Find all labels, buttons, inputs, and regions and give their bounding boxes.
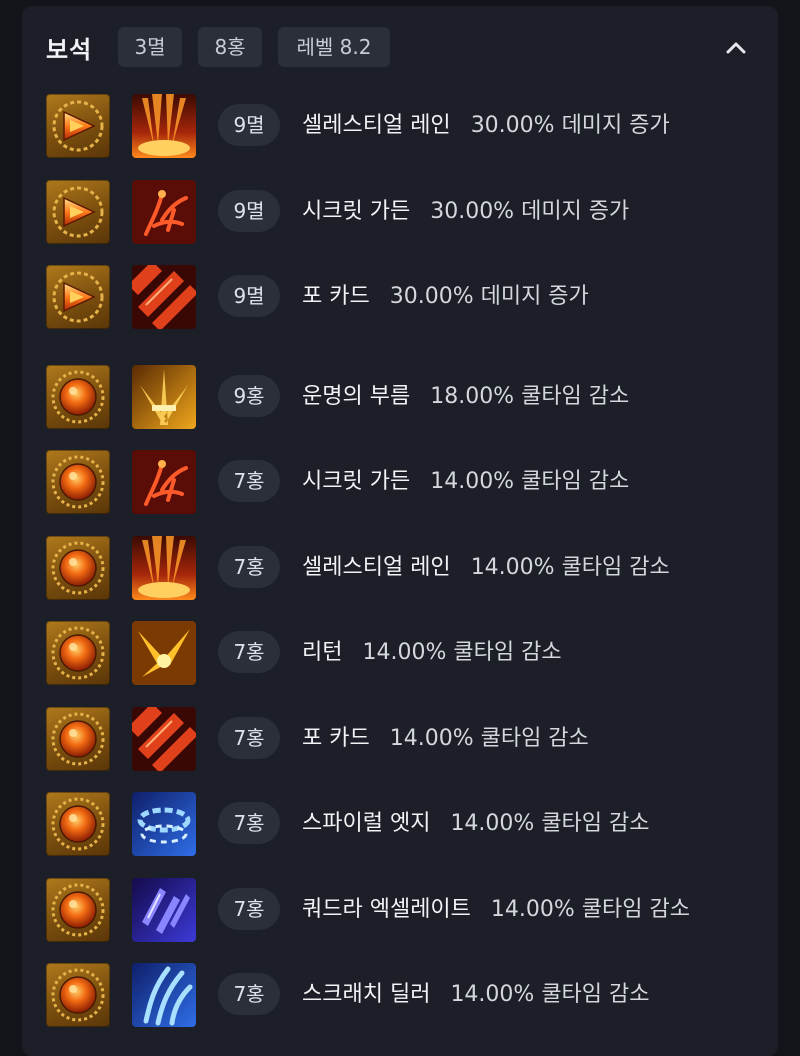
gem-effect: 14.00% 쿨타임 감소 xyxy=(362,640,562,665)
gem-level-badge: 7홍 xyxy=(218,802,280,844)
gem-description: 셀레스티얼 레인 30.00% 데미지 증가 xyxy=(302,94,670,158)
quadra-accelerate-icon xyxy=(132,878,196,942)
orb-gem-icon xyxy=(46,878,110,942)
chip-crimson-count: 8홍 xyxy=(198,27,262,67)
skill-name: 리턴 xyxy=(302,640,343,665)
gem-description: 시크릿 가든 14.00% 쿨타임 감소 xyxy=(302,450,629,514)
orb-gem-icon xyxy=(46,707,110,771)
gem-effect: 30.00% 데미지 증가 xyxy=(430,199,630,224)
chip-average-level: 레벨 8.2 xyxy=(278,27,390,67)
gem-description: 스파이럴 엣지 14.00% 쿨타임 감소 xyxy=(302,792,650,856)
gem-level-badge: 9멸 xyxy=(218,190,280,232)
return-icon xyxy=(132,621,196,685)
skill-name: 시크릿 가든 xyxy=(302,199,411,224)
gem-description: 셀레스티얼 레인 14.00% 쿨타임 감소 xyxy=(302,536,670,600)
gem-effect: 14.00% 쿨타임 감소 xyxy=(470,555,670,580)
gem-effect: 30.00% 데미지 증가 xyxy=(389,284,589,309)
gem-effect: 14.00% 쿨타임 감소 xyxy=(450,982,650,1007)
panel-title: 보석 xyxy=(46,36,93,64)
gem-description: 포 카드 14.00% 쿨타임 감소 xyxy=(302,707,589,771)
orb-gem-icon xyxy=(46,621,110,685)
call-of-destiny-icon xyxy=(132,365,196,429)
gem-level-badge: 7홍 xyxy=(218,546,280,588)
orb-gem-icon xyxy=(46,536,110,600)
flame-gem-icon xyxy=(46,180,110,244)
gem-panel-header[interactable]: 보석 3멸 8홍 레벨 8.2 xyxy=(22,6,778,86)
gem-effect: 14.00% 쿨타임 감소 xyxy=(490,897,690,922)
gem-row[interactable]: 9멸 셀레스티얼 레인 30.00% 데미지 증가 xyxy=(46,94,766,158)
gem-description: 시크릿 가든 30.00% 데미지 증가 xyxy=(302,180,629,244)
gem-level-badge: 7홍 xyxy=(218,717,280,759)
secret-garden-icon xyxy=(132,450,196,514)
gem-row[interactable]: 7홍 쿼드라 엑셀레이트 14.00% 쿨타임 감소 xyxy=(46,878,766,942)
gem-effect: 14.00% 쿨타임 감소 xyxy=(389,726,589,751)
gem-effect: 14.00% 쿨타임 감소 xyxy=(450,811,650,836)
gem-row[interactable]: 7홍 포 카드 14.00% 쿨타임 감소 xyxy=(46,707,766,771)
gem-row[interactable]: 9홍 운명의 부름 18.00% 쿨타임 감소 xyxy=(46,365,766,429)
flame-gem-icon xyxy=(46,94,110,158)
orb-gem-icon xyxy=(46,450,110,514)
four-card-icon xyxy=(132,265,196,329)
spiral-edge-icon xyxy=(132,792,196,856)
gem-row[interactable]: 7홍 시크릿 가든 14.00% 쿨타임 감소 xyxy=(46,450,766,514)
gem-row[interactable]: 7홍 리턴 14.00% 쿨타임 감소 xyxy=(46,621,766,685)
gem-effect: 14.00% 쿨타임 감소 xyxy=(430,469,630,494)
skill-name: 포 카드 xyxy=(302,284,370,309)
skill-name: 쿼드라 엑셀레이트 xyxy=(302,897,471,922)
gem-level-badge: 7홍 xyxy=(218,973,280,1015)
gem-row[interactable]: 7홍 셀레스티얼 레인 14.00% 쿨타임 감소 xyxy=(46,536,766,600)
gem-row[interactable]: 7홍 스크래치 딜러 14.00% 쿨타임 감소 xyxy=(46,963,766,1027)
orb-gem-icon xyxy=(46,792,110,856)
chevron-up-icon[interactable] xyxy=(720,32,752,64)
gem-effect: 18.00% 쿨타임 감소 xyxy=(430,384,630,409)
gem-level-badge: 9홍 xyxy=(218,375,280,417)
gem-description: 운명의 부름 18.00% 쿨타임 감소 xyxy=(302,365,629,429)
scratch-dealer-icon xyxy=(132,963,196,1027)
gem-panel: 보석 3멸 8홍 레벨 8.2 9멸 셀레스티얼 레인 30.00% 데미지 증가 xyxy=(22,6,778,1056)
gem-level-badge: 9멸 xyxy=(218,104,280,146)
secret-garden-icon xyxy=(132,180,196,244)
four-card-icon xyxy=(132,707,196,771)
gem-row[interactable]: 7홍 스파이럴 엣지 14.00% 쿨타임 감소 xyxy=(46,792,766,856)
chip-annihilation-count: 3멸 xyxy=(118,27,182,67)
skill-name: 셀레스티얼 레인 xyxy=(302,555,451,580)
gem-row[interactable]: 9멸 포 카드 30.00% 데미지 증가 xyxy=(46,265,766,329)
skill-name: 스크래치 딜러 xyxy=(302,982,431,1007)
orb-gem-icon xyxy=(46,963,110,1027)
gem-description: 스크래치 딜러 14.00% 쿨타임 감소 xyxy=(302,963,650,1027)
celestial-rain-icon xyxy=(132,536,196,600)
gem-level-badge: 7홍 xyxy=(218,888,280,930)
gem-level-badge: 9멸 xyxy=(218,275,280,317)
skill-name: 운명의 부름 xyxy=(302,384,411,409)
gem-level-badge: 7홍 xyxy=(218,631,280,673)
gem-description: 리턴 14.00% 쿨타임 감소 xyxy=(302,621,562,685)
skill-name: 시크릿 가든 xyxy=(302,469,411,494)
celestial-rain-icon xyxy=(132,94,196,158)
gem-level-badge: 7홍 xyxy=(218,460,280,502)
flame-gem-icon xyxy=(46,265,110,329)
gem-effect: 30.00% 데미지 증가 xyxy=(470,113,670,138)
gem-row[interactable]: 9멸 시크릿 가든 30.00% 데미지 증가 xyxy=(46,180,766,244)
skill-name: 포 카드 xyxy=(302,726,370,751)
gem-description: 포 카드 30.00% 데미지 증가 xyxy=(302,265,589,329)
orb-gem-icon xyxy=(46,365,110,429)
skill-name: 셀레스티얼 레인 xyxy=(302,113,451,138)
skill-name: 스파이럴 엣지 xyxy=(302,811,431,836)
gem-description: 쿼드라 엑셀레이트 14.00% 쿨타임 감소 xyxy=(302,878,690,942)
